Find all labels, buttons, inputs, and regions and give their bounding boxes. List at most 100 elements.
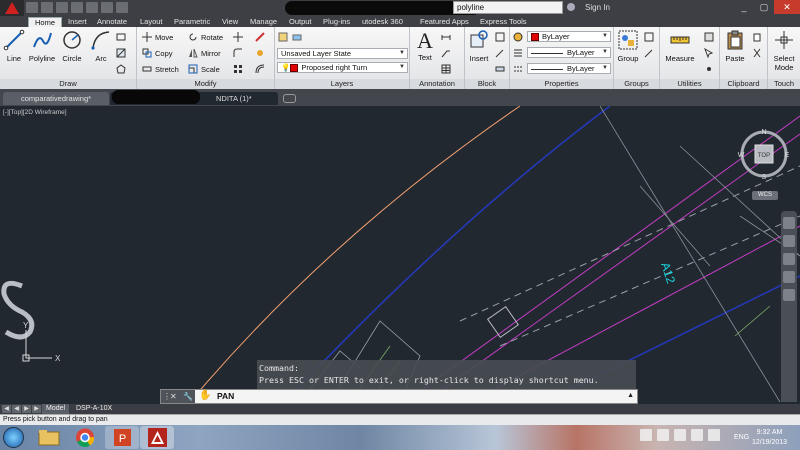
explode-tool[interactable] <box>255 47 265 59</box>
compass-w[interactable]: W <box>738 152 745 159</box>
zoom-extents-icon[interactable] <box>783 253 795 265</box>
keyboard-icon[interactable] <box>640 429 652 441</box>
command-line-grip[interactable]: ⋮ ✕ 🔧 <box>161 390 195 403</box>
ungroup-tool[interactable] <box>644 31 654 43</box>
full-navigation-wheel-icon[interactable] <box>783 217 795 229</box>
compass-n[interactable]: N <box>761 129 766 136</box>
file-tab-comparativedrawing[interactable]: comparativedrawing* <box>3 92 109 105</box>
flag-icon[interactable] <box>674 429 686 441</box>
trim-tool[interactable] <box>233 31 243 43</box>
tab-plugins[interactable]: Plug-ins <box>323 17 350 27</box>
circle-tool[interactable]: Circle <box>61 29 83 63</box>
copy-clip-tool[interactable] <box>752 31 762 43</box>
help-search-input[interactable]: polyline <box>453 1 563 14</box>
tab-annotate[interactable]: Annotate <box>97 17 127 27</box>
tab-insert[interactable]: Insert <box>68 17 87 27</box>
tab-featured-apps[interactable]: Featured Apps <box>420 17 469 27</box>
maximize-button[interactable]: ▢ <box>754 0 774 14</box>
new-tab-button[interactable] <box>283 94 296 103</box>
leader-tool[interactable] <box>441 47 451 59</box>
match-properties-tool[interactable] <box>513 31 523 43</box>
start-button[interactable] <box>3 427 24 448</box>
rectangle-tool[interactable] <box>116 31 126 43</box>
lineweight-dropdown[interactable]: ByLayer ▼ <box>527 47 611 58</box>
tab-output[interactable]: Output <box>289 17 312 27</box>
prev-layout-icon[interactable]: ◀ <box>12 405 21 413</box>
table-tool[interactable] <box>441 63 451 75</box>
command-input[interactable]: PAN <box>217 391 234 402</box>
last-layout-icon[interactable]: ▶ <box>32 405 41 413</box>
dimension-tool[interactable] <box>441 31 451 43</box>
paste-tool[interactable]: Paste <box>722 29 748 63</box>
stretch-tool[interactable]: Stretch <box>142 63 179 75</box>
tab-view[interactable]: View <box>222 17 238 27</box>
network-icon[interactable] <box>691 429 703 441</box>
first-layout-icon[interactable]: ◀ <box>2 405 11 413</box>
print-icon[interactable] <box>86 2 98 13</box>
tab-home[interactable]: Home <box>28 17 63 27</box>
tab-express-tools[interactable]: Express Tools <box>480 17 527 27</box>
create-block-tool[interactable] <box>495 31 505 43</box>
drawing-viewport[interactable]: Y X A12 [-][Top][2D Wireframe] TOP N S E… <box>0 106 800 402</box>
compass-e[interactable]: E <box>785 152 790 159</box>
layout-tab-dsp-a-10x[interactable]: DSP-A-10X <box>72 404 116 414</box>
id-point-tool[interactable] <box>704 63 714 75</box>
volume-icon[interactable] <box>708 429 720 441</box>
polyline-tool[interactable]: Polyline <box>27 29 57 63</box>
cut-tool[interactable] <box>752 47 762 59</box>
rotate-tool[interactable]: Rotate <box>188 31 223 43</box>
tab-manage[interactable]: Manage <box>250 17 277 27</box>
undo-icon[interactable] <box>101 2 113 13</box>
redo-icon[interactable] <box>116 2 128 13</box>
select-mode-tool[interactable]: Select Mode <box>770 29 798 72</box>
language-indicator[interactable]: ENG <box>734 434 749 441</box>
color-dropdown[interactable]: ByLayer ▼ <box>527 31 611 42</box>
close-icon[interactable]: ✕ <box>170 392 177 401</box>
minimize-button[interactable]: _ <box>734 0 754 14</box>
show-hidden-icons-icon[interactable] <box>657 429 669 441</box>
tab-autodesk-360[interactable]: utodesk 360 <box>362 17 403 27</box>
save-as-icon[interactable] <box>71 2 83 13</box>
tab-parametric[interactable]: Parametric <box>174 17 210 27</box>
group-tool[interactable]: Group <box>616 29 640 63</box>
viewport-controls-label[interactable]: [-][Top][2D Wireframe] <box>3 109 67 116</box>
measure-tool[interactable]: Measure <box>664 29 696 63</box>
polygon-tool[interactable] <box>116 63 126 75</box>
showmotion-icon[interactable] <box>783 289 795 301</box>
current-layer-dropdown[interactable]: 💡 Proposed right Turn ▼ <box>277 62 408 73</box>
mirror-tool[interactable]: Mirror <box>188 47 221 59</box>
move-tool[interactable]: Move <box>142 31 173 43</box>
sign-in-link[interactable]: Sign In <box>585 3 610 12</box>
taskbar-chrome[interactable] <box>68 426 102 449</box>
linetype-icon-button[interactable] <box>513 63 523 75</box>
layout-tab-model[interactable]: Model <box>42 404 70 414</box>
linetype-dropdown[interactable]: ByLayer ▼ <box>527 63 611 74</box>
array-tool[interactable] <box>233 63 243 75</box>
pan-icon[interactable] <box>783 235 795 247</box>
attribute-tool[interactable] <box>495 63 505 75</box>
copy-tool[interactable]: Copy <box>142 47 173 59</box>
hatch-tool[interactable] <box>116 47 126 59</box>
orbit-icon[interactable] <box>783 271 795 283</box>
close-button[interactable]: ✕ <box>774 0 800 14</box>
scale-tool[interactable]: Scale <box>188 63 220 75</box>
quick-select-tool[interactable] <box>704 47 714 59</box>
command-line[interactable]: ⋮ ✕ 🔧 ✋ PAN ▲ <box>160 389 638 404</box>
viewcube[interactable]: TOP N S E W <box>737 127 791 181</box>
wcs-menu-button[interactable]: WCS <box>752 191 778 200</box>
taskbar-explorer[interactable] <box>32 426 66 449</box>
layer-state-dropdown[interactable]: Unsaved Layer State ▼ <box>277 48 408 59</box>
arc-tool[interactable]: Arc <box>90 29 112 63</box>
offset-tool[interactable] <box>255 63 265 75</box>
next-layout-icon[interactable]: ▶ <box>22 405 31 413</box>
text-tool[interactable]: A Text <box>414 29 436 63</box>
open-file-icon[interactable] <box>41 2 53 13</box>
insert-tool[interactable]: Insert <box>467 29 491 63</box>
erase-tool[interactable] <box>255 31 265 43</box>
edit-block-tool[interactable] <box>495 47 505 59</box>
compass-s[interactable]: S <box>762 174 767 181</box>
search-icon[interactable] <box>567 3 575 11</box>
lineweight-icon-button[interactable] <box>513 47 523 59</box>
recent-commands-icon[interactable]: ▲ <box>627 392 634 399</box>
calculator-tool[interactable] <box>704 31 714 43</box>
